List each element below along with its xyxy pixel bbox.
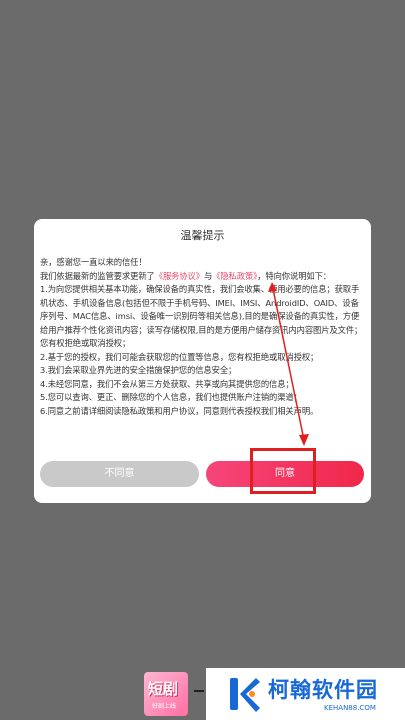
bottom-bar: 短剧 好剧上线 柯翰软件园 KEHAN88.COM bbox=[0, 668, 405, 720]
app-thumbnail: 短剧 好剧上线 bbox=[144, 672, 188, 716]
app-thumb-subtitle: 好剧上线 bbox=[152, 703, 177, 710]
kehan-logo-icon bbox=[230, 678, 260, 712]
annotation-arrow bbox=[268, 282, 309, 446]
app-thumb-title: 短剧 bbox=[148, 680, 179, 698]
site-watermark: 柯翰软件园 KEHAN88.COM bbox=[206, 668, 405, 720]
watermark-url: KEHAN88.COM bbox=[324, 704, 376, 712]
watermark-name: 柯翰软件园 bbox=[268, 678, 378, 702]
separator-dash bbox=[194, 690, 204, 692]
